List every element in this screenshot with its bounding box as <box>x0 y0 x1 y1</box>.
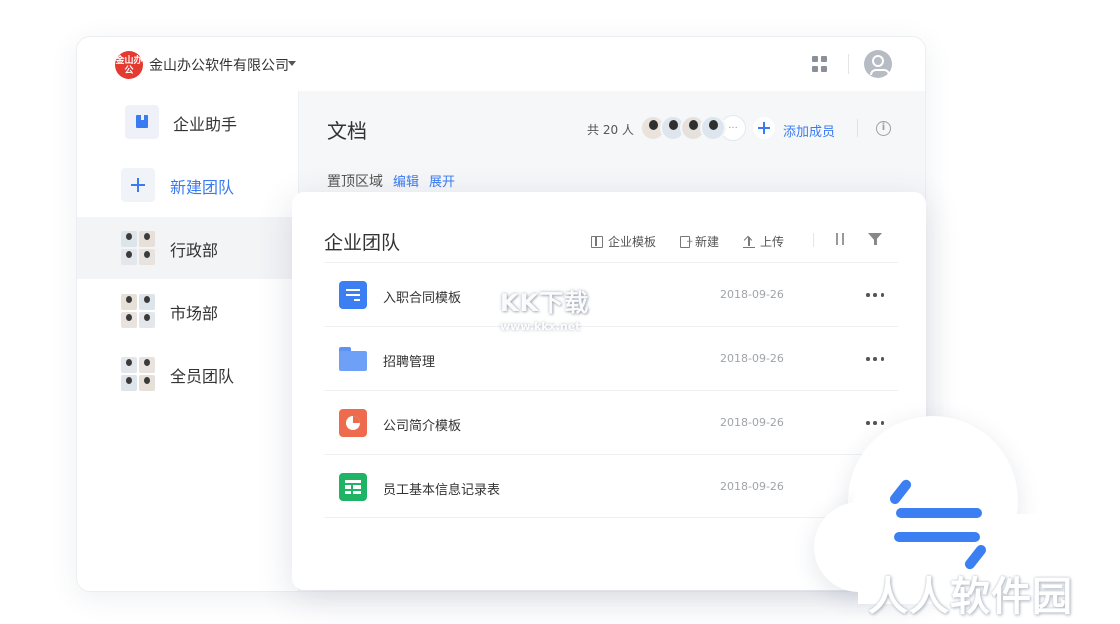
sidebar-item-label: 新建团队 <box>170 178 235 197</box>
user-avatar-icon[interactable] <box>864 50 892 78</box>
sidebar-item-new-team[interactable]: 新建团队 <box>77 154 299 216</box>
sidebar-item-admin[interactable]: 行政部 <box>77 217 299 279</box>
brand-watermark: 人人软件园 <box>868 574 1073 620</box>
info-icon[interactable]: i <box>876 121 891 136</box>
divider <box>857 119 858 137</box>
org-name[interactable]: 金山办公软件有限公司 <box>149 55 289 75</box>
file-date: 2018-09-26 <box>720 480 784 493</box>
sidebar-item-assistant[interactable]: 企业助手 <box>77 91 299 153</box>
assistant-icon <box>125 105 159 139</box>
upload-icon <box>743 236 755 248</box>
folder-icon <box>339 345 367 373</box>
toolbar-label: 新建 <box>695 235 720 249</box>
enterprise-template-button[interactable]: 企业模板 <box>591 233 656 250</box>
sidebar-item-marketing[interactable]: 市场部 <box>77 280 299 342</box>
org-logo[interactable]: 金山办公 <box>115 51 143 79</box>
add-member-button[interactable]: 添加成员 <box>783 121 835 140</box>
file-date: 2018-09-26 <box>720 288 784 301</box>
card-title: 企业团队 <box>324 232 401 254</box>
file-name: 员工基本信息记录表 <box>383 483 501 498</box>
team-avatars-icon <box>121 357 155 391</box>
member-avatars[interactable]: ··· <box>640 115 746 141</box>
sidebar: 企业助手 新建团队 行政部 市场部 全员团队 <box>77 91 299 591</box>
file-row[interactable]: 招聘管理 2018-09-26 <box>324 326 898 390</box>
sidebar-item-label: 企业助手 <box>173 115 238 134</box>
file-name: 入职合同模板 <box>383 291 462 306</box>
spreadsheet-icon <box>339 473 367 501</box>
add-member-icon[interactable] <box>753 117 775 139</box>
presentation-icon <box>339 409 367 437</box>
stage: 金山办公 金山办公软件有限公司 企业助手 新建团队 行政部 市场部 全员团队 文… <box>0 0 1120 624</box>
file-date: 2018-09-26 <box>720 352 784 365</box>
org-logo-text: 金山办公 <box>115 55 143 76</box>
file-date: 2018-09-26 <box>720 416 784 429</box>
divider <box>813 233 814 247</box>
file-name: 招聘管理 <box>383 355 436 370</box>
grid-icon[interactable] <box>812 56 828 72</box>
filter-icon[interactable] <box>868 233 882 245</box>
upload-button[interactable]: 上传 <box>743 233 784 250</box>
pinned-edit-link[interactable]: 编辑 <box>393 175 419 190</box>
more-options-icon[interactable] <box>866 293 884 297</box>
new-file-icon <box>680 235 694 248</box>
pinned-expand-link[interactable]: 展开 <box>429 175 455 190</box>
sidebar-item-all-staff[interactable]: 全员团队 <box>77 343 299 405</box>
plus-icon <box>121 168 155 202</box>
sort-icon[interactable] <box>833 232 847 246</box>
divider <box>848 54 849 74</box>
sidebar-item-label: 全员团队 <box>170 367 235 386</box>
file-row[interactable]: 入职合同模板 2018-09-26 <box>324 262 898 326</box>
top-bar: 金山办公 金山办公软件有限公司 <box>77 37 925 91</box>
more-options-icon[interactable] <box>866 357 884 361</box>
template-icon <box>591 235 603 248</box>
team-avatars-icon <box>121 294 155 328</box>
team-avatars-icon <box>121 231 155 265</box>
sidebar-item-label: 行政部 <box>170 241 219 260</box>
pinned-label: 置顶区域 <box>327 174 383 190</box>
caret-down-icon[interactable] <box>288 61 296 66</box>
member-avatar <box>700 115 726 141</box>
toolbar-label: 企业模板 <box>608 235 657 249</box>
pinned-area: 置顶区域 编辑 展开 <box>327 171 455 191</box>
document-icon <box>339 281 367 309</box>
sidebar-item-label: 市场部 <box>170 304 219 323</box>
sync-arrow <box>894 532 980 542</box>
page-title: 文档 <box>327 119 367 143</box>
sync-arrow <box>896 508 982 518</box>
new-file-button[interactable]: 新建 <box>680 233 719 250</box>
file-name: 公司简介模板 <box>383 419 462 434</box>
member-count: 共 20 人 <box>587 123 634 137</box>
toolbar-label: 上传 <box>760 235 785 249</box>
